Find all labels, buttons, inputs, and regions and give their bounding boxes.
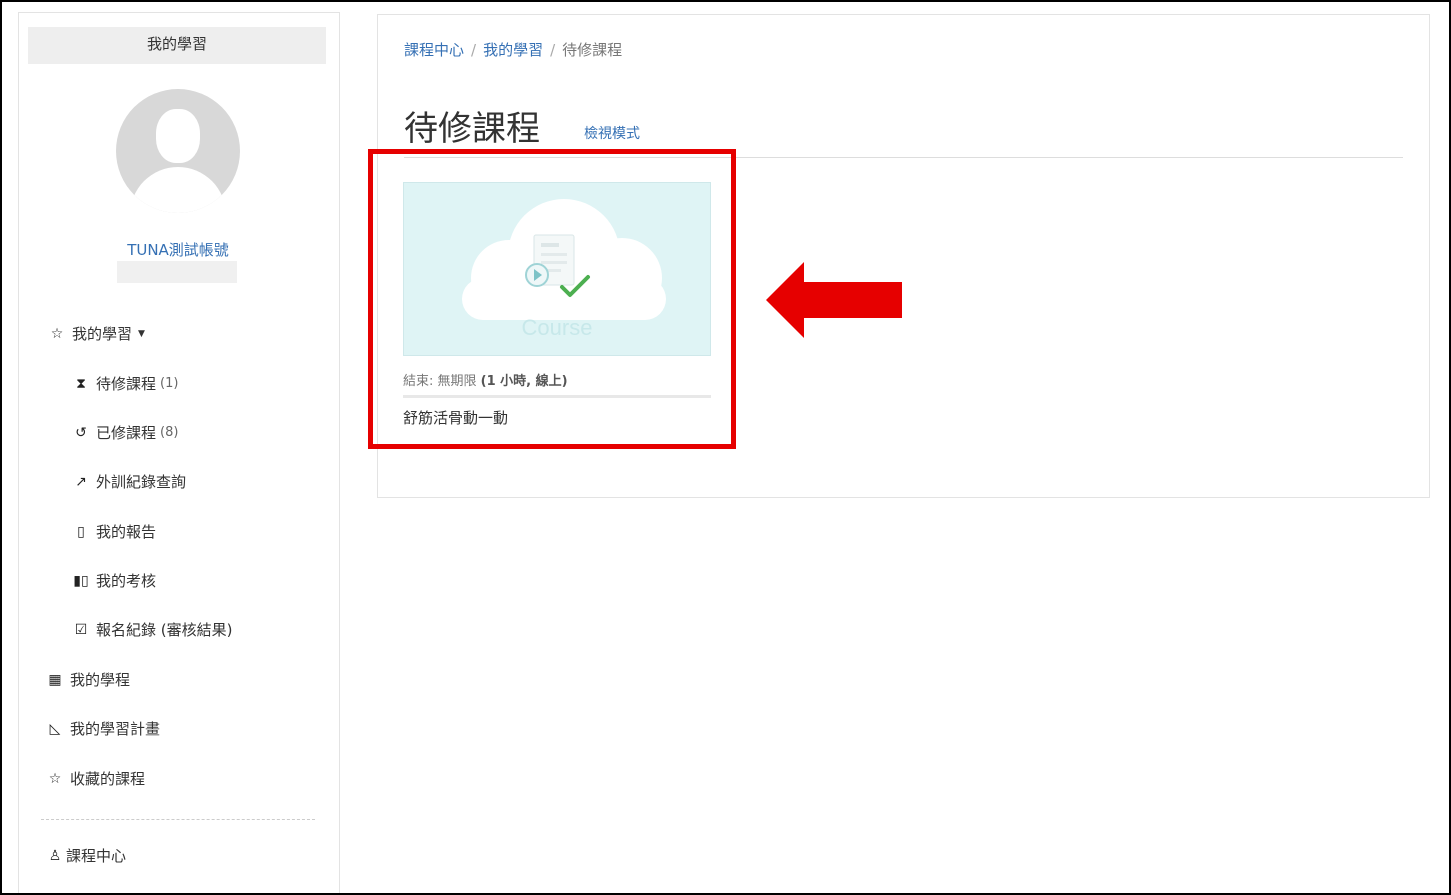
sidebar-item-label: 我的學習計畫 [70, 720, 161, 738]
external-link-icon: ↗ [75, 473, 87, 490]
sidebar-item-label: 課程中心 [66, 847, 127, 865]
sidebar-item-label: 外訓紀錄查詢 [96, 473, 187, 491]
hourglass-icon: ⧗ [76, 375, 86, 392]
sidebar-item-label: 我的報告 [96, 523, 157, 541]
username-link[interactable]: TUNA測試帳號 [19, 239, 337, 260]
history-icon: ↺ [75, 424, 87, 441]
sidebar: 我的學習 TUNA測試帳號 ☆ 我的學習 ▼ ⧗ 待修課程 (1) ↺ 已修課程… [18, 12, 340, 893]
avatar-body-shape [130, 167, 226, 213]
sidebar-divider [41, 819, 315, 820]
sidebar-item-label: 我的學習 [72, 325, 133, 343]
avatar[interactable] [116, 89, 240, 213]
sidebar-item-favorite-courses[interactable]: ☆ 收藏的課程 [46, 768, 145, 789]
sidebar-item-label: 我的學程 [70, 671, 131, 689]
sidebar-item-label: 我的考核 [96, 572, 157, 590]
breadcrumb-current: 待修課程 [562, 41, 623, 59]
sidebar-item-learning-plan[interactable]: ◺ 我的學習計畫 [46, 718, 160, 739]
clipboard-icon: ▯ [77, 523, 85, 540]
breadcrumb-course-center[interactable]: 課程中心 [404, 41, 464, 59]
avatar-head-shape [156, 109, 200, 163]
sidebar-header: 我的學習 [28, 27, 326, 64]
sidebar-item-label: 待修課程 [96, 375, 157, 393]
page-title: 待修課程 [404, 109, 540, 149]
sidebar-item-registration-records[interactable]: ☑ 報名紀錄 (審核結果) [72, 619, 233, 640]
checkbox-icon: ☑ [74, 621, 88, 638]
red-arrow-icon [766, 262, 902, 338]
breadcrumb-separator: / [550, 41, 556, 59]
ruler-triangle-icon: ◺ [49, 720, 61, 737]
sidebar-item-label: 收藏的課程 [70, 770, 146, 788]
people-icon: ♙ [48, 847, 62, 864]
star-outline-icon: ☆ [50, 325, 64, 342]
grid-icon: ▦ [48, 671, 62, 688]
sidebar-item-my-exams[interactable]: ▮▯ 我的考核 [72, 570, 156, 591]
breadcrumb: 課程中心 / 我的學習 / 待修課程 [404, 39, 622, 60]
view-mode-link[interactable]: 檢視模式 [584, 123, 640, 143]
sidebar-item-external-training[interactable]: ↗ 外訓紀錄查詢 [72, 471, 186, 492]
sidebar-item-my-learning[interactable]: ☆ 我的學習 ▼ [48, 323, 145, 344]
completed-count: (8) [160, 425, 179, 440]
sidebar-item-my-programs[interactable]: ▦ 我的學程 [46, 669, 130, 690]
breadcrumb-separator: / [471, 41, 477, 59]
pending-count: (1) [160, 376, 179, 391]
exam-icon: ▮▯ [73, 572, 89, 589]
sidebar-item-my-reports[interactable]: ▯ 我的報告 [72, 521, 156, 542]
star-outline-icon: ☆ [48, 770, 62, 787]
sidebar-item-label: 報名紀錄 (審核結果) [96, 621, 233, 639]
caret-down-icon: ▼ [138, 328, 145, 339]
sidebar-item-pending-courses[interactable]: ⧗ 待修課程 (1) [72, 373, 178, 394]
sidebar-item-course-center[interactable]: ♙ 課程中心 [46, 845, 126, 866]
sidebar-item-label: 已修課程 [96, 424, 157, 442]
user-subtitle-placeholder [117, 261, 237, 283]
breadcrumb-my-learning[interactable]: 我的學習 [483, 41, 543, 59]
sidebar-item-completed-courses[interactable]: ↺ 已修課程 (8) [72, 422, 178, 443]
highlight-box [368, 149, 736, 449]
